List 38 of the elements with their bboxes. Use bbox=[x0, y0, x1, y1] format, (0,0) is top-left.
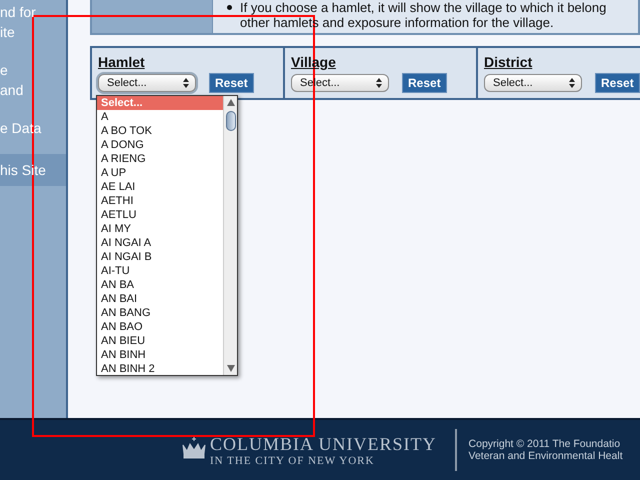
updown-icon bbox=[182, 77, 190, 89]
dropdown-option[interactable]: AN BAI bbox=[97, 292, 223, 306]
scrollbar[interactable] bbox=[223, 96, 237, 375]
dropdown-option[interactable]: AN BINH bbox=[97, 348, 223, 362]
university-name: COLUMBIA UNIVERSITY bbox=[210, 434, 437, 454]
dropdown-option[interactable]: AN BIEU bbox=[97, 334, 223, 348]
filter-label: District bbox=[484, 54, 532, 70]
dropdown-option[interactable]: A UP bbox=[97, 166, 223, 180]
dropdown-option[interactable]: AI NGAI A bbox=[97, 236, 223, 250]
dropdown-option[interactable]: A BO TOK bbox=[97, 124, 223, 138]
dropdown-option[interactable]: AN BAO bbox=[97, 320, 223, 334]
filter-label: Hamlet bbox=[98, 54, 145, 70]
dropdown-option[interactable]: AN BINH 2 bbox=[97, 362, 223, 376]
dropdown-option[interactable]: AI NGAI B bbox=[97, 250, 223, 264]
select-dropdown[interactable]: Select... bbox=[484, 74, 582, 92]
university-tagline: IN THE CITY OF NEW YORK bbox=[210, 454, 376, 466]
dropdown-option[interactable]: AETHI bbox=[97, 194, 223, 208]
reset-button[interactable]: Reset bbox=[595, 73, 640, 93]
reset-button[interactable]: Reset bbox=[209, 73, 254, 93]
reset-button[interactable]: Reset bbox=[402, 73, 447, 93]
scroll-thumb[interactable] bbox=[226, 111, 236, 131]
copyright-text: Copyright © 2011 The Foundatio Veteran and Environmental Healt bbox=[468, 438, 623, 462]
dropdown-option[interactable]: A bbox=[97, 110, 223, 124]
dropdown-option[interactable]: A DONG bbox=[97, 138, 223, 152]
dropdown-option[interactable]: AN BANG bbox=[97, 306, 223, 320]
crown-icon bbox=[180, 436, 208, 458]
dropdown-option[interactable]: AI MY bbox=[97, 222, 223, 236]
dropdown-option[interactable]: AE LAI bbox=[97, 180, 223, 194]
down-arrow-icon bbox=[226, 365, 234, 372]
dropdown-option[interactable]: A RIENG bbox=[97, 152, 223, 166]
bullet-icon bbox=[227, 5, 232, 10]
updown-icon bbox=[375, 77, 383, 89]
dropdown-option[interactable]: AN BA bbox=[97, 278, 223, 292]
select-dropdown[interactable]: Select... bbox=[98, 74, 196, 92]
updown-icon bbox=[568, 77, 576, 89]
up-arrow-icon bbox=[226, 99, 234, 106]
dropdown-option[interactable]: AI-TU bbox=[97, 264, 223, 278]
dropdown-option[interactable]: AETLU bbox=[97, 208, 223, 222]
